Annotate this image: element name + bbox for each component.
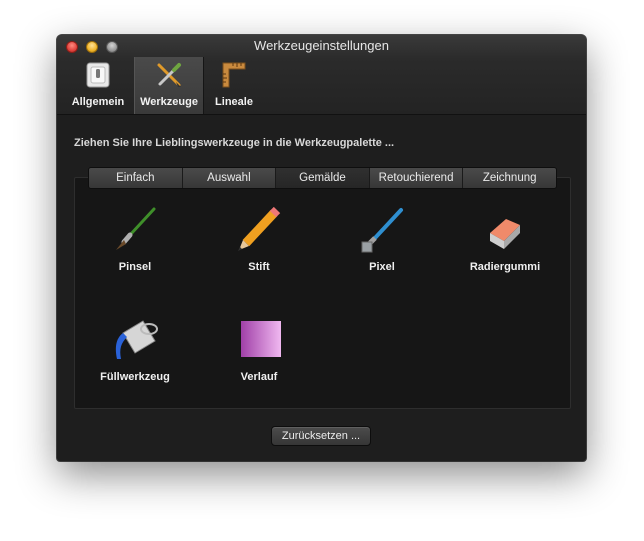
paintbrush-icon	[116, 207, 156, 250]
toolbar-tab-allgemein[interactable]: Allgemein	[67, 57, 129, 114]
tool-label: Verlauf	[240, 371, 278, 383]
paint-bucket-icon	[115, 320, 158, 359]
pencil-icon	[238, 206, 281, 251]
segment-retouchierend[interactable]: Retouchierend	[370, 168, 464, 188]
preferences-window: Werkzeugeinstellungen Allgemein Werkzeug…	[57, 35, 586, 461]
segment-auswahl[interactable]: Auswahl	[183, 168, 277, 188]
ruler-icon	[222, 62, 246, 88]
segment-einfach[interactable]: Einfach	[89, 168, 183, 188]
segment-zeichnung[interactable]: Zeichnung	[463, 168, 556, 188]
reset-button[interactable]: Zurücksetzen ...	[271, 426, 371, 446]
tool-label: Pixel	[369, 261, 395, 273]
tool-pixel[interactable]: Pixel	[327, 205, 437, 273]
tool-radiergummi[interactable]: Radiergummi	[450, 205, 560, 273]
tool-label: Füllwerkzeug	[100, 371, 170, 383]
instruction-text: Ziehen Sie Ihre Lieblingswerkzeuge in di…	[74, 137, 395, 149]
toolbar-tab-lineale[interactable]: Lineale	[208, 57, 260, 114]
switch-icon	[86, 62, 110, 88]
segment-gemaelde[interactable]: Gemälde	[276, 168, 370, 188]
tool-label: Pinsel	[118, 261, 152, 273]
toolbar-tab-label: Werkzeuge	[140, 96, 198, 108]
tool-fuellwerkzeug[interactable]: Füllwerkzeug	[80, 313, 190, 383]
toolbar-tab-label: Lineale	[215, 96, 253, 108]
gradient-icon	[241, 321, 281, 357]
window-title: Werkzeugeinstellungen	[254, 38, 389, 53]
tool-label: Radiergummi	[469, 261, 541, 273]
toolbar-tab-werkzeuge[interactable]: Werkzeuge	[134, 57, 204, 114]
tool-stift[interactable]: Stift	[204, 205, 314, 273]
pixel-pen-icon	[361, 208, 403, 253]
category-segmented-control: Einfach Auswahl Gemälde Retouchierend Ze…	[88, 167, 557, 189]
toolbar-tab-label: Allgemein	[71, 96, 125, 108]
tools-icon	[157, 63, 181, 87]
eraser-icon	[490, 219, 520, 249]
tool-verlauf[interactable]: Verlauf	[204, 313, 314, 383]
tool-label: Stift	[248, 261, 270, 273]
tool-pinsel[interactable]: Pinsel	[80, 205, 190, 273]
title-bar: Werkzeugeinstellungen Allgemein Werkzeug…	[57, 35, 586, 115]
